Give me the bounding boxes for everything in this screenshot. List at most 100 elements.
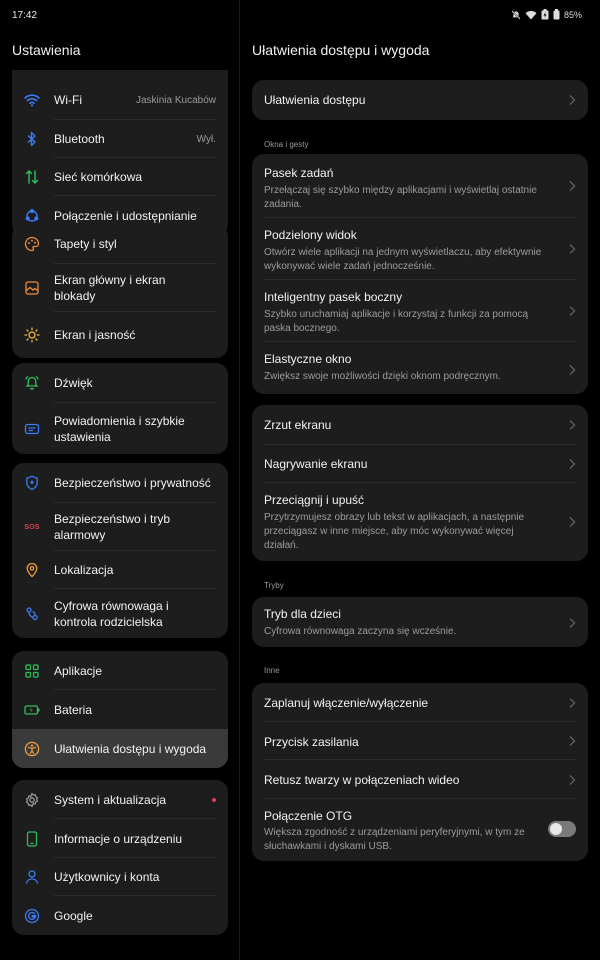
sidebar-item-label: Dźwięk bbox=[54, 376, 93, 390]
item-title: Elastyczne okno bbox=[264, 352, 352, 366]
sidebar-item-battery[interactable]: Bateria bbox=[12, 690, 228, 729]
accessibility-detail-panel: Ułatwienia dostępu i wygoda Ułatwienia d… bbox=[240, 32, 600, 960]
chevron-right-icon bbox=[569, 306, 576, 316]
status-time: 17:42 bbox=[12, 10, 38, 21]
item-title: Nagrywanie ekranu bbox=[264, 457, 368, 471]
accessibility-icon bbox=[24, 741, 40, 757]
chevron-right-icon bbox=[569, 244, 576, 254]
bluetooth-icon bbox=[24, 131, 40, 147]
item-title: Przeciągnij i upuść bbox=[264, 493, 365, 507]
digital-wellbeing-icon bbox=[24, 606, 40, 622]
sidebar-item-system-update[interactable]: System i aktualizacja bbox=[12, 780, 228, 819]
battery-percent: 85% bbox=[563, 9, 582, 20]
item-description: Szybko uruchamiaj aplikacje i korzystaj … bbox=[264, 309, 528, 334]
sidebar-item-display-brightness[interactable]: Ekran i jasność bbox=[12, 312, 228, 358]
schedule-power-item[interactable]: Zaplanuj włączenie/wyłączenie bbox=[252, 683, 588, 722]
bell-icon bbox=[24, 375, 40, 391]
sos-icon: SOS bbox=[24, 523, 40, 531]
sidebar-item-google[interactable]: Google bbox=[12, 896, 228, 935]
settings-group-apps: Aplikacje Bateria Ułatwienia dostępu i w… bbox=[12, 651, 228, 768]
sidebar-item-wallpaper[interactable]: Tapety i styl bbox=[12, 224, 228, 264]
screenshot-item[interactable]: Zrzut ekranu bbox=[252, 405, 588, 445]
chevron-right-icon bbox=[569, 365, 576, 375]
item-title: Ułatwienia dostępu bbox=[264, 93, 366, 107]
item-description: Przełączaj się szybko między aplikacjami… bbox=[264, 185, 537, 210]
item-title: Retusz twarzy w połączeniach wideo bbox=[264, 773, 460, 787]
sidebar-item-label: Połączenie i udostępnianie bbox=[54, 209, 197, 223]
otg-toggle[interactable] bbox=[548, 821, 576, 837]
sidebar-item-label: Sieć komórkowa bbox=[54, 170, 143, 184]
sidebar-item-location[interactable]: Lokalizacja bbox=[12, 551, 228, 589]
settings-group-sound: Dźwięk Powiadomienia i szybkie ustawieni… bbox=[12, 363, 228, 454]
shield-icon bbox=[24, 475, 40, 491]
power-button-item[interactable]: Przycisk zasilania bbox=[252, 722, 588, 760]
sidebar-item-label: Informacje o urządzeniu bbox=[54, 831, 183, 846]
toggle-knob bbox=[550, 823, 562, 835]
split-view-item[interactable]: Podzielony widok Otwórz wiele aplikacji … bbox=[252, 218, 588, 280]
sidebar-item-sound[interactable]: Dźwięk bbox=[12, 363, 228, 403]
sidebar-item-bluetooth[interactable]: Bluetooth Wył. bbox=[12, 120, 228, 158]
sidebar-item-label: Powiadomienia i szybkie ustawienia bbox=[54, 413, 185, 444]
sidebar-item-label: Aplikacje bbox=[54, 663, 103, 678]
sidebar-item-notifications[interactable]: Powiadomienia i szybkie ustawienia bbox=[12, 403, 228, 454]
notifications-icon bbox=[24, 421, 40, 437]
sidebar-item-security-privacy[interactable]: Bezpieczeństwo i prywatność bbox=[12, 463, 228, 503]
battery-saver-icon bbox=[541, 9, 549, 20]
chevron-right-icon bbox=[569, 618, 576, 628]
sidebar-item-label: Wi-Fi bbox=[54, 93, 82, 107]
settings-group-system: System i aktualizacja Informacje o urząd… bbox=[12, 780, 228, 935]
brightness-icon bbox=[24, 327, 40, 343]
item-description: Przytrzymujesz obrazy lub tekst w aplika… bbox=[264, 512, 525, 551]
flexible-window-item[interactable]: Elastyczne okno Zwiększ swoje możliwości… bbox=[252, 342, 588, 394]
chevron-right-icon bbox=[569, 459, 576, 469]
settings-list-panel: Ustawienia Wi-Fi Jaskinia Kucabów Blueto… bbox=[0, 32, 239, 960]
otg-item: Połączenie OTG Większa zgodność z urządz… bbox=[252, 799, 588, 861]
sidebar-item-wifi[interactable]: Wi-Fi Jaskinia Kucabów bbox=[12, 80, 228, 120]
palette-icon bbox=[24, 236, 40, 252]
kids-mode-item[interactable]: Tryb dla dzieci Cyfrowa równowaga zaczyn… bbox=[252, 597, 588, 647]
sidebar-item-apps[interactable]: Aplikacje bbox=[12, 651, 228, 690]
screen-tools-card: Zrzut ekranu Nagrywanie ekranu Przeciągn… bbox=[252, 405, 588, 561]
other-card: Zaplanuj włączenie/wyłączenie Przycisk z… bbox=[252, 683, 588, 861]
item-title: Przycisk zasilania bbox=[264, 735, 359, 749]
connection-sharing-icon bbox=[24, 208, 40, 224]
page-title: Ustawienia bbox=[12, 42, 81, 58]
apps-icon bbox=[24, 663, 40, 679]
item-description: Otwórz wiele aplikacji na jednym wyświet… bbox=[264, 247, 542, 272]
taskbar-item[interactable]: Pasek zadań Przełączaj się szybko między… bbox=[252, 154, 588, 218]
sidebar-item-digital-wellbeing[interactable]: Cyfrowa równowaga i kontrola rodzicielsk… bbox=[12, 589, 228, 638]
item-title: Podzielony widok bbox=[264, 228, 357, 242]
face-retouch-item[interactable]: Retusz twarzy w połączeniach wideo bbox=[252, 760, 588, 799]
sidebar-item-cellular[interactable]: Sieć komórkowa bbox=[12, 158, 228, 196]
item-description: Większa zgodność z urządzeniami peryfery… bbox=[264, 827, 525, 852]
accessibility-card: Ułatwienia dostępu bbox=[252, 80, 588, 120]
sidebar-item-accessibility[interactable]: Ułatwienia dostępu i wygoda bbox=[12, 729, 228, 768]
sidebar-item-home-lock-screen[interactable]: Ekran główny i ekran blokady bbox=[12, 264, 228, 312]
sidebar-item-label: Google bbox=[54, 908, 93, 923]
chevron-right-icon bbox=[569, 775, 576, 785]
item-title: Pasek zadań bbox=[264, 166, 334, 180]
item-description: Zwiększ swoje możliwości dzięki oknom po… bbox=[264, 371, 501, 382]
settings-group-display: Tapety i styl Ekran główny i ekran bloka… bbox=[12, 224, 228, 358]
sidebar-item-label: Bezpieczeństwo i tryb alarmowy bbox=[54, 512, 171, 542]
smart-sidebar-item[interactable]: Inteligentny pasek boczny Szybko urucham… bbox=[252, 280, 588, 342]
sidebar-item-emergency[interactable]: SOS Bezpieczeństwo i tryb alarmowy bbox=[12, 503, 228, 551]
update-badge bbox=[212, 798, 216, 802]
sidebar-item-label: Lokalizacja bbox=[54, 563, 114, 577]
sidebar-item-users-accounts[interactable]: Użytkownicy i konta bbox=[12, 858, 228, 896]
home-screen-icon bbox=[24, 280, 40, 296]
status-bar: 17:42 85% bbox=[0, 0, 600, 32]
windows-gestures-card: Pasek zadań Przełączaj się szybko między… bbox=[252, 154, 588, 394]
chevron-right-icon bbox=[569, 95, 576, 105]
drag-drop-item[interactable]: Przeciągnij i upuść Przytrzymujesz obraz… bbox=[252, 483, 588, 561]
screen-recording-item[interactable]: Nagrywanie ekranu bbox=[252, 445, 588, 483]
sidebar-item-label: Bluetooth bbox=[54, 132, 105, 146]
sidebar-item-about-device[interactable]: Informacje o urządzeniu bbox=[12, 819, 228, 858]
accessibility-item[interactable]: Ułatwienia dostępu bbox=[252, 80, 588, 120]
item-title: Zaplanuj włączenie/wyłączenie bbox=[264, 696, 429, 710]
battery-icon bbox=[24, 702, 40, 718]
chevron-right-icon bbox=[569, 517, 576, 527]
sidebar-item-label: Ułatwienia dostępu i wygoda bbox=[54, 741, 207, 756]
google-icon bbox=[24, 908, 40, 924]
item-title: Tryb dla dzieci bbox=[264, 607, 341, 621]
